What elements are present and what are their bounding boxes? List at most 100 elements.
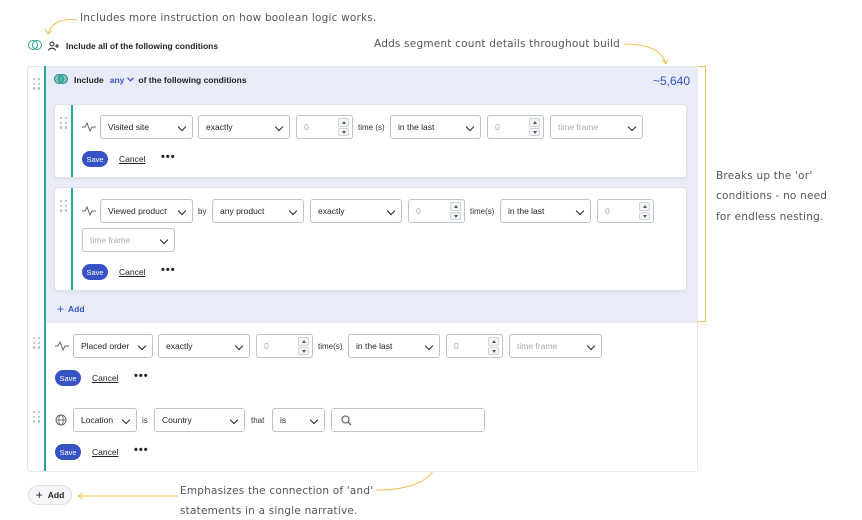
window-select[interactable]: in the last: [500, 199, 591, 223]
chevron-down-icon: [274, 122, 284, 132]
select-value: exactly: [206, 122, 233, 132]
venn-icon[interactable]: [28, 40, 42, 51]
select-value: is: [280, 415, 287, 425]
select-value: time frame: [90, 235, 131, 245]
more-icon[interactable]: •••: [134, 370, 149, 382]
cancel-button[interactable]: Cancel: [119, 154, 145, 164]
timeframe-select[interactable]: time frame: [509, 334, 602, 358]
and-connector-bar: [44, 66, 46, 471]
select-value: in the last: [356, 341, 393, 351]
timeframe-select[interactable]: time frame: [550, 115, 643, 139]
window-value-input[interactable]: 0: [487, 115, 544, 139]
any-dropdown[interactable]: any: [110, 75, 135, 85]
chevron-down-icon: [424, 341, 434, 351]
stepper[interactable]: [529, 118, 540, 136]
operator-select[interactable]: is: [272, 408, 325, 432]
accent-bar: [71, 105, 73, 177]
stepper[interactable]: [639, 202, 650, 220]
stepper[interactable]: [488, 337, 499, 355]
stepper[interactable]: [450, 202, 461, 220]
property-select[interactable]: Country: [154, 408, 245, 432]
activity-icon: [82, 122, 96, 132]
select-value: in the last: [398, 122, 435, 132]
users-icon: [48, 41, 59, 51]
activity-icon: [55, 341, 69, 351]
input-value: 0: [454, 341, 459, 351]
stepper[interactable]: [338, 118, 349, 136]
select-value: exactly: [318, 206, 345, 216]
chevron-down-icon: [234, 341, 244, 351]
more-icon[interactable]: •••: [161, 151, 176, 163]
select-value: Visited site: [108, 122, 149, 132]
chevron-down-icon: [159, 235, 169, 245]
product-select[interactable]: any product: [212, 199, 304, 223]
accent-bar: [71, 188, 73, 290]
metric-select[interactable]: Viewed product: [100, 199, 193, 223]
drag-handle-icon[interactable]: [60, 200, 68, 212]
count-input[interactable]: 0: [256, 334, 313, 358]
times-label: time(s): [318, 342, 343, 351]
metric-select[interactable]: Visited site: [100, 115, 193, 139]
window-select[interactable]: in the last: [348, 334, 440, 358]
add-and-condition-button[interactable]: + Add: [28, 485, 72, 505]
annotation-text: conditions - no need: [716, 190, 828, 203]
more-icon[interactable]: •••: [134, 444, 149, 456]
include-label: Include: [74, 74, 104, 85]
group-suffix-label: of the following conditions: [138, 74, 247, 85]
drag-handle-icon[interactable]: [33, 337, 41, 349]
arrow-emphasizes-left: [77, 492, 178, 500]
input-value: 0: [264, 341, 269, 351]
operator-select[interactable]: exactly: [198, 115, 290, 139]
chevron-down-icon: [137, 341, 147, 351]
more-icon[interactable]: •••: [161, 264, 176, 276]
count-input[interactable]: 0: [296, 115, 353, 139]
chevron-down-icon: [177, 206, 187, 216]
save-button[interactable]: Save: [55, 444, 81, 460]
stepper[interactable]: [298, 337, 309, 355]
search-input[interactable]: [331, 408, 485, 432]
window-value-input[interactable]: 0: [597, 199, 654, 223]
annotation-text: Adds segment count details throughout bu…: [374, 38, 621, 50]
window-select[interactable]: in the last: [390, 115, 481, 139]
cancel-button[interactable]: Cancel: [92, 373, 118, 383]
metric-select[interactable]: Location: [73, 408, 137, 432]
select-value: exactly: [166, 341, 193, 351]
window-value-input[interactable]: 0: [446, 334, 503, 358]
drag-handle-icon[interactable]: [60, 117, 68, 129]
save-button[interactable]: Save: [82, 151, 108, 167]
chevron-down-icon: [575, 206, 585, 216]
annotation-boolean-logic: Includes more instruction on how boolean…: [80, 8, 377, 28]
times-label: time(s): [470, 207, 495, 216]
select-value: Location: [81, 415, 114, 425]
search-icon: [341, 415, 352, 426]
cancel-button[interactable]: Cancel: [119, 267, 145, 277]
input-value: 0: [495, 122, 500, 132]
select-value: time frame: [517, 341, 558, 351]
cancel-button[interactable]: Cancel: [92, 447, 118, 457]
venn-icon[interactable]: [54, 74, 68, 85]
annotation-text: for endless nesting.: [716, 210, 824, 223]
chevron-down-icon: [386, 206, 396, 216]
save-button[interactable]: Save: [82, 264, 108, 280]
operator-select[interactable]: exactly: [310, 199, 402, 223]
chevron-down-icon: [229, 415, 239, 425]
drag-handle-icon[interactable]: [33, 78, 41, 90]
select-value: Country: [162, 415, 192, 425]
save-button[interactable]: Save: [55, 370, 81, 386]
chevron-down-icon: [288, 206, 298, 216]
chevron-down-icon: [177, 122, 187, 132]
add-or-condition-button[interactable]: + Add: [57, 302, 85, 316]
timeframe-select[interactable]: time frame: [82, 228, 175, 252]
annotation-text: statements in a single narrative.: [180, 505, 358, 518]
is-label: is: [142, 416, 148, 425]
metric-select[interactable]: Placed order: [73, 334, 153, 358]
count-input[interactable]: 0: [408, 199, 465, 223]
by-label: by: [198, 207, 207, 216]
drag-handle-icon[interactable]: [33, 411, 41, 423]
operator-select[interactable]: exactly: [158, 334, 250, 358]
annotation-text: Breaks up the 'or': [716, 170, 813, 182]
group-header: Include any of the following conditions: [54, 74, 694, 85]
add-label: Add: [47, 490, 65, 500]
bracket-line: [698, 66, 706, 322]
activity-icon: [82, 206, 96, 216]
